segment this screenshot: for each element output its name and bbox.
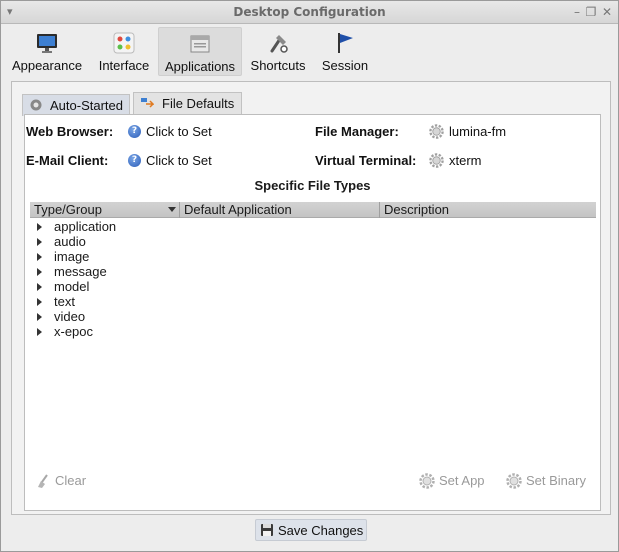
tab-file-defaults[interactable]: File Defaults <box>133 92 242 116</box>
clear-label: Clear <box>55 473 87 488</box>
gear-icon <box>429 153 444 168</box>
applications-panel: Auto-Started File Defaults Web Browser: … <box>11 81 611 515</box>
specific-file-types-title: Specific File Types <box>254 178 371 193</box>
tree-row-label: video <box>54 309 86 324</box>
web-browser-label: Web Browser: <box>26 124 114 139</box>
tree-row[interactable]: x-epoc <box>30 324 596 339</box>
file-defaults-content: Web Browser: ? Click to Set E-Mail Clien… <box>24 114 601 511</box>
gear-icon <box>419 473 435 489</box>
tree-row[interactable]: video <box>30 309 596 324</box>
web-browser-selector[interactable]: ? Click to Set <box>128 123 228 141</box>
broom-icon <box>38 474 48 488</box>
title-bar[interactable]: ▾ Desktop Configuration – ❐ ✕ <box>1 1 618 24</box>
tab-auto-started[interactable]: Auto-Started <box>22 94 130 116</box>
tree-row-label: application <box>54 219 117 234</box>
toolbar-interface-button[interactable]: Interface <box>93 27 155 76</box>
save-icon <box>261 524 273 536</box>
help-icon: ? <box>128 125 141 138</box>
tree-row-label: model <box>54 279 90 294</box>
toolbar-label: Interface <box>98 58 150 73</box>
expand-arrow-icon[interactable] <box>37 298 42 306</box>
toolbar-applications-button[interactable]: Applications <box>158 27 242 76</box>
toolbar-label: Appearance <box>11 58 83 73</box>
expand-arrow-icon[interactable] <box>37 283 42 291</box>
column-header-description[interactable]: Description <box>380 202 596 218</box>
maximize-icon[interactable]: ❐ <box>584 5 598 19</box>
palette-icon <box>113 32 135 54</box>
window-icon <box>190 35 210 53</box>
tab-label: File Defaults <box>162 96 235 111</box>
column-header-label: Type/Group <box>34 202 102 217</box>
minimize-icon[interactable]: – <box>570 5 584 19</box>
sort-down-icon <box>168 207 176 212</box>
file-defaults-icon <box>141 98 154 108</box>
tree-row[interactable]: model <box>30 279 596 294</box>
gear-run-icon <box>30 99 42 111</box>
tab-label: Auto-Started <box>50 98 123 113</box>
virtual-terminal-selector[interactable]: xterm <box>429 152 509 170</box>
gear-icon <box>429 124 444 139</box>
tree-row-label: audio <box>54 234 86 249</box>
virtual-terminal-label: Virtual Terminal: <box>315 153 417 168</box>
keyboard-shortcut-icon <box>270 35 288 53</box>
virtual-terminal-value: xterm <box>449 153 482 168</box>
set-binary-button[interactable]: Set Binary <box>506 472 590 492</box>
expand-arrow-icon[interactable] <box>37 328 42 336</box>
tree-row[interactable]: message <box>30 264 596 279</box>
tree-row[interactable]: application <box>30 219 596 234</box>
monitor-icon <box>37 34 57 53</box>
expand-arrow-icon[interactable] <box>37 268 42 276</box>
desktop-configuration-window: ▾ Desktop Configuration – ❐ ✕ Appearance <box>0 0 619 552</box>
toolbar-session-button[interactable]: Session <box>315 27 375 76</box>
toolbar-label: Shortcuts <box>250 58 306 73</box>
file-manager-value: lumina-fm <box>449 124 507 139</box>
save-changes-label: Save Changes <box>278 523 364 538</box>
web-browser-value: Click to Set <box>146 124 212 139</box>
set-binary-label: Set Binary <box>526 473 586 488</box>
expand-arrow-icon[interactable] <box>37 253 42 261</box>
toolbar-appearance-button[interactable]: Appearance <box>7 27 87 76</box>
file-types-tree[interactable]: Type/Group Default Application Descripti… <box>30 202 596 467</box>
flag-icon <box>338 33 353 53</box>
tree-header: Type/Group Default Application Descripti… <box>30 202 596 218</box>
toolbar-label: Session <box>321 58 369 73</box>
email-client-selector[interactable]: ? Click to Set <box>128 152 228 170</box>
tree-row-label: text <box>54 294 75 309</box>
tree-row[interactable]: text <box>30 294 596 309</box>
gear-icon <box>506 473 522 489</box>
toolbar-label: Applications <box>164 59 236 74</box>
column-header-default-application[interactable]: Default Application <box>180 202 380 218</box>
set-app-button[interactable]: Set App <box>419 472 493 492</box>
column-header-type-group[interactable]: Type/Group <box>30 202 180 218</box>
file-manager-selector[interactable]: lumina-fm <box>429 123 519 141</box>
expand-arrow-icon[interactable] <box>37 238 42 246</box>
set-app-label: Set App <box>439 473 485 488</box>
email-client-label: E-Mail Client: <box>26 153 109 168</box>
tree-row-label: image <box>54 249 90 264</box>
column-header-label: Description <box>384 202 450 217</box>
email-client-value: Click to Set <box>146 153 212 168</box>
tree-row[interactable]: image <box>30 249 596 264</box>
tree-row-label: message <box>54 264 107 279</box>
expand-arrow-icon[interactable] <box>37 223 42 231</box>
tree-row[interactable]: audio <box>30 234 596 249</box>
toolbar-shortcuts-button[interactable]: Shortcuts <box>247 27 309 76</box>
tree-row-label: x-epoc <box>54 324 94 339</box>
help-icon: ? <box>128 154 141 167</box>
clear-button[interactable]: Clear <box>35 472 95 492</box>
column-header-label: Default Application <box>184 202 292 217</box>
save-changes-button[interactable]: Save Changes <box>255 519 367 541</box>
window-title: Desktop Configuration <box>233 5 386 19</box>
expand-arrow-icon[interactable] <box>37 313 42 321</box>
close-icon[interactable]: ✕ <box>600 5 614 19</box>
file-manager-label: File Manager: <box>315 124 399 139</box>
